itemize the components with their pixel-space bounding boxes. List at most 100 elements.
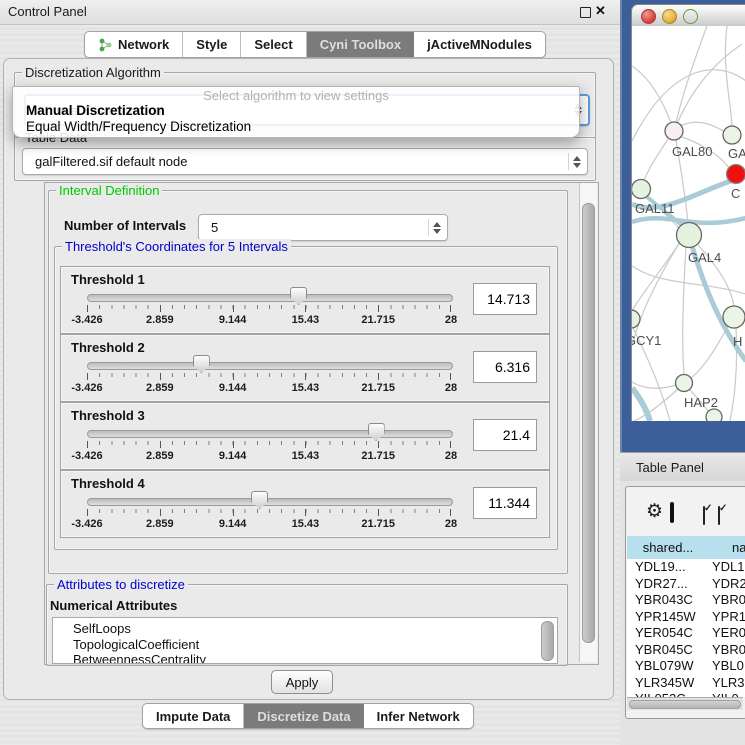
attribute-list-item[interactable]: TopologicalCoefficient (73, 637, 199, 652)
close-icon[interactable]: ✕ (595, 3, 606, 19)
network-node-label: GA (728, 146, 745, 161)
network-node[interactable] (706, 409, 722, 421)
minimize-traffic-light[interactable] (662, 9, 677, 24)
combobox-value: 5 (199, 220, 428, 235)
table-panel-titlebar: Table Panel (620, 452, 745, 483)
slider-major-tick (87, 305, 88, 312)
network-node[interactable] (632, 180, 651, 199)
dropdown-option[interactable]: Manual Discretization (26, 103, 165, 118)
threshold-slider[interactable]: -3.4262.8599.14415.4321.71528 (87, 471, 451, 537)
tab-impute-data[interactable]: Impute Data (143, 704, 244, 728)
slider-thumb[interactable] (193, 355, 210, 373)
network-window-titlebar[interactable] (631, 4, 745, 28)
cell-name: YBR0 (712, 592, 745, 607)
column-header-label: na (732, 536, 745, 559)
threshold-value-field[interactable]: 21.4 (473, 419, 537, 451)
threshold-value-field[interactable]: 6.316 (473, 351, 537, 383)
network-node[interactable] (665, 122, 683, 140)
table-data-combobox[interactable]: galFiltered.sif default node (22, 148, 588, 175)
tab-style[interactable]: Style (183, 32, 241, 57)
slider-track[interactable] (87, 430, 453, 438)
attributes-list[interactable]: SelfLoopsTopologicalCoefficientBetweenne… (52, 617, 558, 664)
slider-major-tick (160, 509, 161, 516)
network-node[interactable] (677, 223, 702, 248)
slider-track[interactable] (87, 294, 453, 302)
slider-track[interactable] (87, 362, 453, 370)
slider-track[interactable] (87, 498, 453, 506)
network-node[interactable] (676, 375, 693, 392)
tab-cyni-toolbox[interactable]: Cyni Toolbox (307, 32, 414, 57)
gear-icon[interactable]: ⚙ (646, 500, 663, 523)
slider-major-tick (305, 509, 306, 516)
tab-label: Cyni Toolbox (320, 37, 401, 52)
slider-major-tick (233, 509, 234, 516)
tab-jactivemnodules[interactable]: jActiveMNodules (414, 32, 545, 57)
apply-button[interactable]: Apply (271, 670, 333, 694)
threshold-value-field[interactable]: 11.344 (473, 487, 537, 519)
float-window-icon[interactable] (580, 7, 591, 18)
cell-shared-name: YDL19... (635, 559, 686, 574)
table-row[interactable]: YBR043CYBR0 (627, 592, 745, 608)
tab-select[interactable]: Select (241, 32, 306, 57)
column-header-shared-name[interactable]: shared... (627, 536, 710, 560)
select-checkbox-icon[interactable] (703, 506, 705, 525)
slider-thumb[interactable] (251, 491, 268, 509)
cell-name: YLR3 (712, 675, 745, 690)
threshold-slider[interactable]: -3.4262.8599.14415.4321.71528 (87, 403, 451, 469)
threshold-slider[interactable]: -3.4262.8599.14415.4321.71528 (87, 267, 451, 333)
network-node[interactable] (723, 126, 741, 144)
slider-minor-ticks (87, 373, 451, 377)
attribute-list-item[interactable]: SelfLoops (73, 621, 131, 636)
slider-tick-label: -3.426 (71, 450, 102, 462)
column-header-label: shared... (643, 540, 694, 555)
horizontal-scrollbar[interactable] (627, 697, 743, 710)
threshold-slider[interactable]: -3.4262.8599.14415.4321.71528 (87, 335, 451, 401)
slider-tick-label: 28 (445, 382, 457, 394)
slider-thumb[interactable] (368, 423, 385, 441)
tab-network[interactable]: Network (85, 32, 183, 57)
column-layout-icon[interactable] (670, 502, 674, 523)
close-traffic-light[interactable] (641, 9, 656, 24)
dropdown-option[interactable]: Equal Width/Frequency Discretization (26, 119, 251, 134)
list-scrollbar-thumb[interactable] (541, 621, 554, 661)
column-header-name[interactable]: na (709, 536, 745, 560)
table-row[interactable]: YBR045CYBR0 (627, 642, 745, 658)
tab-infer-network[interactable]: Infer Network (364, 704, 473, 728)
slider-major-tick (305, 441, 306, 448)
table-row[interactable]: YPR145WYPR1 (627, 609, 745, 625)
threshold-1-panel: Threshold 1-3.4262.8599.14415.4321.71528… (60, 266, 550, 334)
table-row[interactable]: YDL19...YDL1 (627, 559, 745, 575)
slider-major-tick (378, 509, 379, 516)
network-node[interactable] (723, 306, 745, 328)
slider-tick-label: 15.43 (292, 382, 320, 394)
table-row[interactable]: YLR345WYLR3 (627, 675, 745, 691)
slider-tick-label: 9.144 (219, 382, 247, 394)
tab-discretize-data[interactable]: Discretize Data (244, 704, 363, 728)
slider-major-tick (378, 373, 379, 380)
scrollbar-thumb[interactable] (629, 700, 741, 709)
slider-tick-label: 9.144 (219, 450, 247, 462)
slider-tick-label: 15.43 (292, 450, 320, 462)
slider-tick-label: 2.859 (146, 314, 174, 326)
network-canvas[interactable]: GAL80GACGAL11GAL4GCY1HHAP2 (631, 26, 745, 421)
slider-major-tick (233, 441, 234, 448)
group-title: Interval Definition (56, 183, 162, 198)
slider-minor-ticks (87, 509, 451, 513)
slider-minor-ticks (87, 305, 451, 309)
slider-major-tick (305, 373, 306, 380)
zoom-traffic-light[interactable] (683, 9, 698, 24)
slider-thumb[interactable] (290, 287, 307, 305)
network-node[interactable] (727, 165, 745, 184)
threshold-2-panel: Threshold 2-3.4262.8599.14415.4321.71528… (60, 334, 550, 402)
select-all-checkbox-icon[interactable] (718, 506, 720, 525)
vertical-scrollbar[interactable] (579, 183, 597, 662)
slider-tick-label: 15.43 (292, 314, 320, 326)
scrollbar-thumb[interactable] (582, 203, 595, 643)
tab-label: jActiveMNodules (427, 37, 532, 52)
table-row[interactable]: YBL079WYBL0 (627, 658, 745, 674)
num-intervals-combobox[interactable]: 5 (198, 214, 448, 241)
threshold-value-field[interactable]: 14.713 (473, 283, 537, 315)
table-row[interactable]: YDR27...YDR2 (627, 576, 745, 592)
attribute-list-item[interactable]: BetweennessCentrality (73, 652, 206, 664)
table-row[interactable]: YER054CYER0 (627, 625, 745, 641)
